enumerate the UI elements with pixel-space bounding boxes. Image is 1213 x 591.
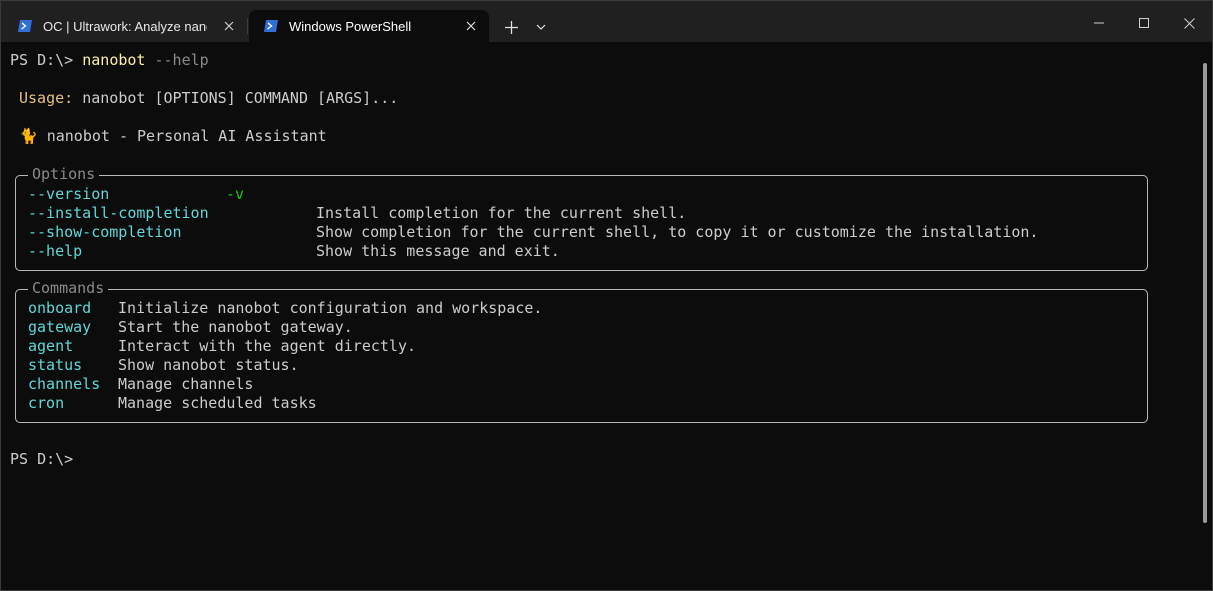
command-line: PS D:\> nanobot --help	[10, 51, 209, 70]
option-flag: --show-completion	[28, 223, 182, 241]
usage-label: Usage:	[19, 89, 74, 107]
new-tab-button[interactable]	[501, 17, 521, 37]
tab-ultrawork[interactable]: OC | Ultrawork: Analyze nanobot	[3, 10, 247, 42]
powershell-icon	[264, 20, 278, 32]
title-bar: OC | Ultrawork: Analyze nanobot Windows …	[1, 1, 1212, 42]
close-tab-icon[interactable]	[463, 18, 479, 34]
command-name: nanobot	[82, 51, 146, 69]
option-description: Install completion for the current shell…	[316, 204, 687, 222]
command-item-description: Manage channels	[118, 375, 254, 393]
usage-line: Usage: nanobot [OPTIONS] COMMAND [ARGS].…	[19, 89, 398, 108]
option-flag: --help	[28, 242, 83, 260]
prompt: PS D:\>	[10, 51, 74, 69]
usage-text: nanobot [OPTIONS] COMMAND [ARGS]...	[82, 89, 399, 107]
command-item-description: Initialize nanobot configuration and wor…	[118, 299, 543, 317]
options-panel: Options --version -v --install-completio…	[15, 165, 1148, 271]
option-description: Show this message and exit.	[316, 242, 560, 260]
chevron-down-icon	[536, 24, 546, 30]
maximize-button[interactable]	[1121, 9, 1167, 37]
tab-dropdown-button[interactable]	[531, 17, 551, 37]
minimize-icon	[1094, 22, 1104, 24]
command-item-description: Start the nanobot gateway.	[118, 318, 353, 336]
powershell-icon	[18, 20, 32, 32]
minimize-button[interactable]	[1076, 9, 1122, 37]
tab-title: OC | Ultrawork: Analyze nanobot	[43, 18, 207, 34]
terminal-window: OC | Ultrawork: Analyze nanobot Windows …	[0, 0, 1213, 591]
command-item-description: Show nanobot status.	[118, 356, 299, 374]
option-description: Show completion for the current shell, t…	[316, 223, 1039, 241]
final-prompt: PS D:\>	[10, 450, 74, 468]
command-item-name: onboard	[28, 299, 92, 317]
close-tab-icon[interactable]	[221, 18, 237, 34]
options-title: Options	[28, 165, 100, 184]
tagline: 🐈 nanobot - Personal AI Assistant	[19, 127, 327, 146]
cat-icon: 🐈	[19, 127, 38, 145]
close-icon	[1183, 17, 1195, 29]
close-window-button[interactable]	[1166, 9, 1212, 37]
command-item-name: agent	[28, 337, 74, 355]
command-item-description: Interact with the agent directly.	[118, 337, 417, 355]
terminal-output[interactable]: PS D:\> nanobot --help Usage: nanobot [O…	[1, 42, 1200, 590]
command-item-name: gateway	[28, 318, 92, 336]
option-flag: --install-completion	[28, 204, 209, 222]
command-item-name: channels	[28, 375, 101, 393]
tab-divider	[247, 18, 248, 34]
maximize-icon	[1139, 18, 1149, 28]
command-item-description: Manage scheduled tasks	[118, 394, 317, 412]
command-item-name: cron	[28, 394, 65, 412]
commands-title: Commands	[28, 279, 109, 298]
option-flag: --version	[28, 185, 110, 203]
command-item-name: status	[28, 356, 83, 374]
option-short-flag: -v	[226, 185, 245, 203]
command-flag: --help	[154, 51, 209, 69]
tagline-text: nanobot - Personal AI Assistant	[46, 127, 327, 145]
tab-powershell[interactable]: Windows PowerShell	[249, 10, 489, 42]
plus-icon	[504, 20, 518, 34]
scrollbar[interactable]	[1203, 63, 1207, 523]
commands-panel: Commands onboard Initialize nanobot conf…	[15, 279, 1148, 423]
tab-title: Windows PowerShell	[289, 18, 412, 34]
